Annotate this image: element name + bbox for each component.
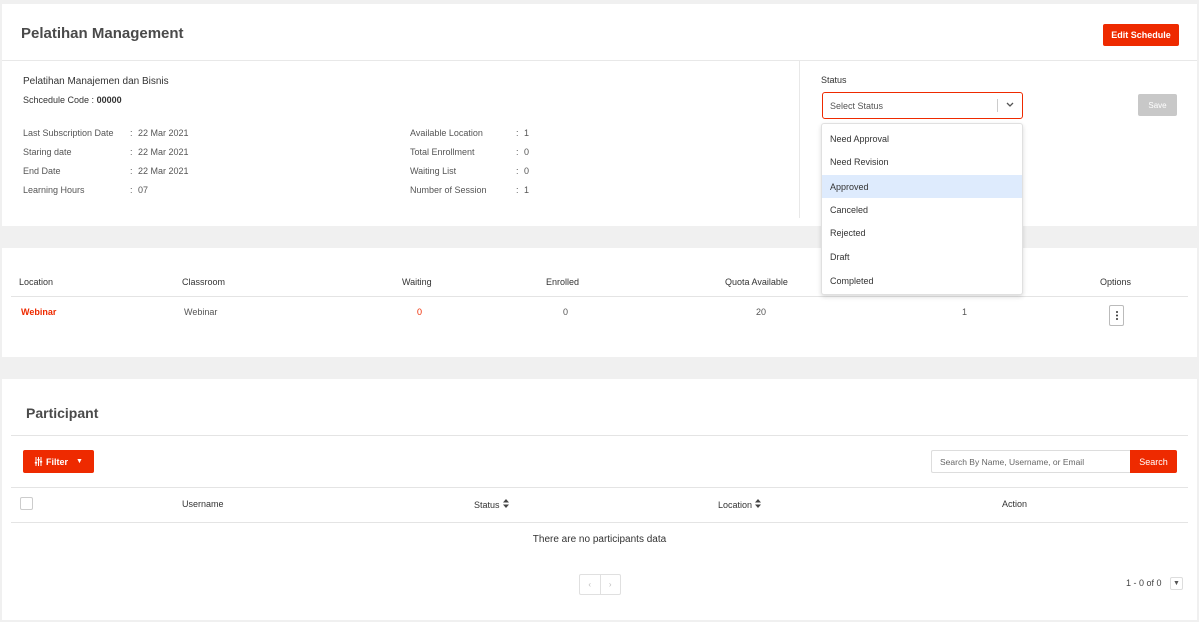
- info-label: End Date: [23, 166, 61, 176]
- sort-icon[interactable]: [502, 499, 509, 510]
- page-title: Pelatihan Management: [21, 25, 184, 42]
- participant-title: Participant: [26, 405, 99, 421]
- info-separator: :: [130, 185, 133, 195]
- extra-cell: 1: [962, 307, 968, 317]
- waiting-link[interactable]: 0: [417, 307, 422, 317]
- chevron-down-icon[interactable]: [1005, 97, 1015, 116]
- schedule-code-value: 00000: [96, 95, 122, 105]
- participant-divider: [11, 435, 1188, 436]
- header-divider: [2, 60, 1197, 61]
- info-waiting-list: Waiting List : 0: [410, 166, 529, 176]
- status-option-need-approval[interactable]: Need Approval: [822, 127, 1022, 150]
- edit-schedule-button[interactable]: Edit Schedule: [1103, 24, 1179, 46]
- save-button[interactable]: Save: [1138, 94, 1177, 116]
- info-available-location: Available Location : 1: [410, 128, 529, 138]
- schedule-code: Schcedule Code : 00000: [23, 95, 122, 105]
- column-header-status[interactable]: Status: [474, 499, 509, 510]
- status-select-placeholder: Select Status: [830, 101, 884, 111]
- column-header-location: Location: [19, 277, 54, 287]
- info-value: 1: [524, 128, 530, 138]
- status-option-rejected[interactable]: Rejected: [822, 221, 1022, 244]
- info-label: Waiting List: [410, 166, 457, 176]
- filter-divider: [11, 487, 1188, 488]
- info-value: 22 Mar 2021: [138, 147, 189, 157]
- filter-button[interactable]: Filter ▼: [23, 450, 94, 473]
- column-header-waiting: Waiting: [402, 277, 432, 287]
- info-separator: :: [516, 166, 519, 176]
- next-page-icon[interactable]: ›: [601, 575, 621, 594]
- location-header-label: Location: [718, 499, 753, 510]
- info-value: 0: [524, 147, 530, 157]
- info-separator: :: [516, 147, 519, 157]
- status-option-need-revision[interactable]: Need Revision: [822, 150, 1022, 173]
- info-separator: :: [516, 185, 519, 195]
- empty-message: There are no participants data: [532, 534, 667, 545]
- info-number-of-session: Number of Session : 1: [410, 185, 529, 195]
- info-separator: :: [516, 128, 519, 138]
- info-learning-hours: Learning Hours : 07: [23, 185, 148, 195]
- info-total-enrollment: Total Enrollment : 0: [410, 147, 529, 157]
- quota-cell: 20: [756, 307, 767, 317]
- column-header-classroom: Classroom: [182, 277, 226, 287]
- pagination-info: 1 - 0 of 0: [1126, 578, 1162, 588]
- pagination: ‹ ›: [579, 574, 621, 595]
- course-name: Pelatihan Manajemen dan Bisnis: [23, 76, 169, 87]
- classroom-cell: Webinar: [184, 307, 218, 317]
- table-header-divider: [11, 296, 1188, 297]
- column-header-action: Action: [1002, 499, 1028, 509]
- info-end-date: End Date : 22 Mar 2021: [23, 166, 189, 176]
- vertical-divider: [799, 61, 800, 218]
- status-option-draft[interactable]: Draft: [822, 245, 1022, 268]
- search-input[interactable]: [932, 451, 1131, 472]
- more-options-icon[interactable]: [1109, 305, 1124, 326]
- select-all-checkbox[interactable]: [20, 497, 33, 510]
- schedule-code-label: Schcedule Code :: [23, 95, 95, 105]
- page-size-dropdown-icon[interactable]: ▼: [1170, 577, 1183, 590]
- info-value: 1: [524, 185, 530, 195]
- info-value: 22 Mar 2021: [138, 166, 189, 176]
- status-header-label: Status: [474, 499, 500, 510]
- sort-icon[interactable]: [755, 499, 762, 510]
- prev-page-icon[interactable]: ‹: [580, 575, 601, 594]
- participant-card: Participant Filter ▼ Search Username Sta…: [2, 379, 1197, 620]
- info-separator: :: [130, 147, 133, 157]
- info-label: Learning Hours: [23, 185, 85, 195]
- table-header-divider: [11, 522, 1188, 523]
- info-label: Staring date: [23, 147, 72, 157]
- info-separator: :: [130, 128, 133, 138]
- enrolled-cell: 0: [563, 307, 569, 317]
- caret-down-icon: ▼: [76, 458, 83, 465]
- info-last-subscription: Last Subscription Date : 22 Mar 2021: [23, 128, 189, 138]
- search-field[interactable]: [931, 450, 1131, 473]
- location-link[interactable]: Webinar: [21, 307, 56, 317]
- info-value: 07: [138, 185, 149, 195]
- column-header-options: Options: [1100, 277, 1132, 287]
- column-header-enrolled: Enrolled: [546, 277, 580, 287]
- status-select[interactable]: Select Status: [822, 92, 1023, 119]
- info-value: 0: [524, 166, 530, 176]
- info-value: 22 Mar 2021: [138, 128, 189, 138]
- column-header-username: Username: [182, 499, 224, 509]
- info-separator: :: [130, 166, 133, 176]
- status-label: Status: [821, 75, 847, 85]
- column-header-quota: Quota Available: [725, 277, 788, 287]
- info-label: Last Subscription Date: [23, 128, 114, 138]
- select-separator: [997, 99, 998, 112]
- column-header-location-sort[interactable]: Location: [718, 499, 762, 510]
- search-button[interactable]: Search: [1130, 450, 1177, 473]
- status-dropdown-menu: Need Approval Need Revision Approved Can…: [821, 123, 1023, 295]
- info-starting-date: Staring date : 22 Mar 2021: [23, 147, 189, 157]
- status-option-completed[interactable]: Completed: [822, 269, 1022, 292]
- filter-icon: [34, 457, 43, 466]
- info-label: Available Location: [410, 128, 483, 138]
- status-option-approved[interactable]: Approved: [822, 175, 1022, 198]
- status-option-canceled[interactable]: Canceled: [822, 198, 1022, 221]
- info-label: Total Enrollment: [410, 147, 475, 157]
- filter-label: Filter: [46, 456, 69, 467]
- info-label: Number of Session: [410, 185, 487, 195]
